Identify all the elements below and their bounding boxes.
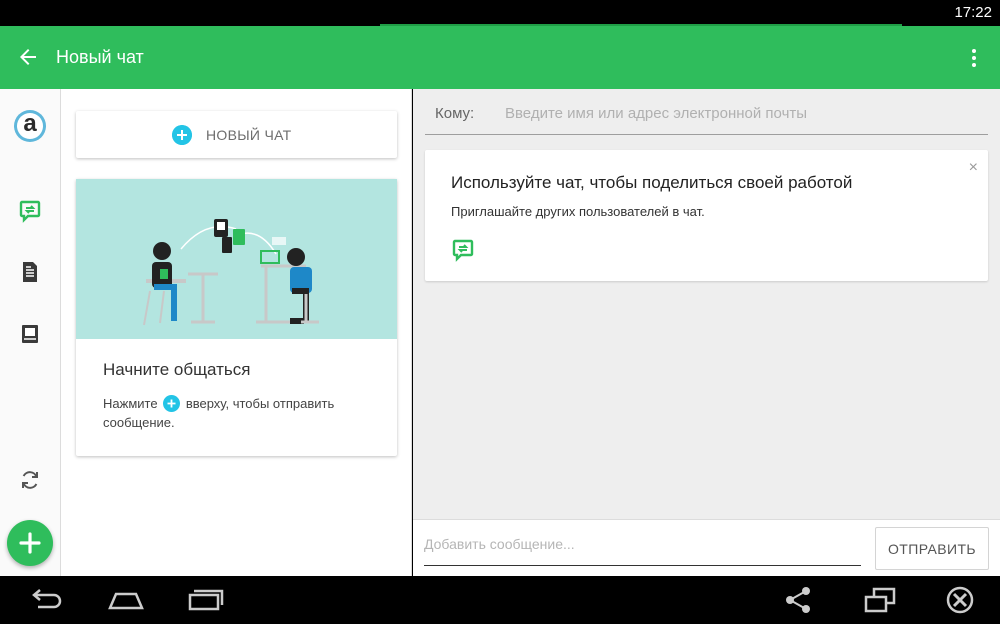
- chat-compose-pane: Кому: Введите имя или адрес электронной …: [413, 89, 1000, 519]
- page-title: Новый чат: [56, 47, 144, 67]
- avatar[interactable]: a: [14, 110, 46, 142]
- card-title: Начните общаться: [103, 360, 251, 379]
- home-icon[interactable]: [106, 586, 146, 614]
- notebook-icon[interactable]: [18, 322, 42, 346]
- status-bar: 17:22: [0, 0, 1000, 27]
- share-tip-card: Используйте чат, чтобы поделиться своей …: [425, 150, 988, 281]
- clock: 17:22: [954, 4, 992, 21]
- to-label: Кому:: [435, 105, 475, 122]
- plus-icon: [19, 532, 41, 554]
- new-chat-label: НОВЫЙ ЧАТ: [206, 127, 292, 143]
- left-rail: a: [0, 89, 61, 576]
- tip-body: Приглашайте других пользователей в чат.: [451, 204, 705, 219]
- people-chatting-illustration: [143, 219, 319, 326]
- app-bar: Новый чат: [0, 26, 1000, 89]
- chat-illustration: [76, 179, 397, 339]
- recipient-row[interactable]: Кому: Введите имя или адрес электронной …: [425, 89, 988, 135]
- plus-circle-icon: [163, 395, 181, 412]
- arrow-back-icon[interactable]: [16, 45, 40, 69]
- sync-icon[interactable]: [18, 468, 42, 492]
- message-input[interactable]: [424, 536, 861, 552]
- send-button[interactable]: ОТПРАВИТЬ: [875, 527, 989, 570]
- avatar-letter: a: [17, 112, 43, 139]
- new-chat-button[interactable]: НОВЫЙ ЧАТ: [76, 111, 397, 158]
- share-icon[interactable]: [778, 586, 818, 614]
- app-window: 17:22 Новый чат a НОВЫЙ ЧАТ Начните обща…: [0, 0, 1000, 624]
- system-nav-bar: [0, 576, 1000, 624]
- screen-mirror-icon[interactable]: [860, 586, 900, 614]
- message-composer: ОТПРАВИТЬ: [413, 519, 1000, 576]
- message-field[interactable]: [424, 532, 861, 566]
- tip-title: Используйте чат, чтобы поделиться своей …: [451, 173, 853, 192]
- recents-icon[interactable]: [186, 586, 226, 614]
- close-icon[interactable]: ×: [969, 159, 978, 177]
- add-fab-button[interactable]: [7, 520, 53, 566]
- start-chatting-card: Начните общаться Нажмите вверху, чтобы о…: [76, 179, 397, 456]
- chat-share-icon: [452, 239, 474, 262]
- recipient-input[interactable]: Введите имя или адрес электронной почты: [505, 105, 807, 122]
- document-icon[interactable]: [18, 260, 42, 284]
- more-vert-icon[interactable]: [962, 46, 986, 70]
- chat-share-icon[interactable]: [18, 199, 42, 223]
- card-body: Нажмите вверху, чтобы отправить сообщени…: [103, 394, 383, 432]
- conversation-list-pane: НОВЫЙ ЧАТ Начните общаться Нажмите вверх…: [61, 89, 412, 576]
- card-body-before: Нажмите: [103, 396, 158, 411]
- back-icon[interactable]: [26, 586, 66, 614]
- close-circle-icon[interactable]: [940, 586, 980, 614]
- plus-circle-icon: [172, 125, 192, 145]
